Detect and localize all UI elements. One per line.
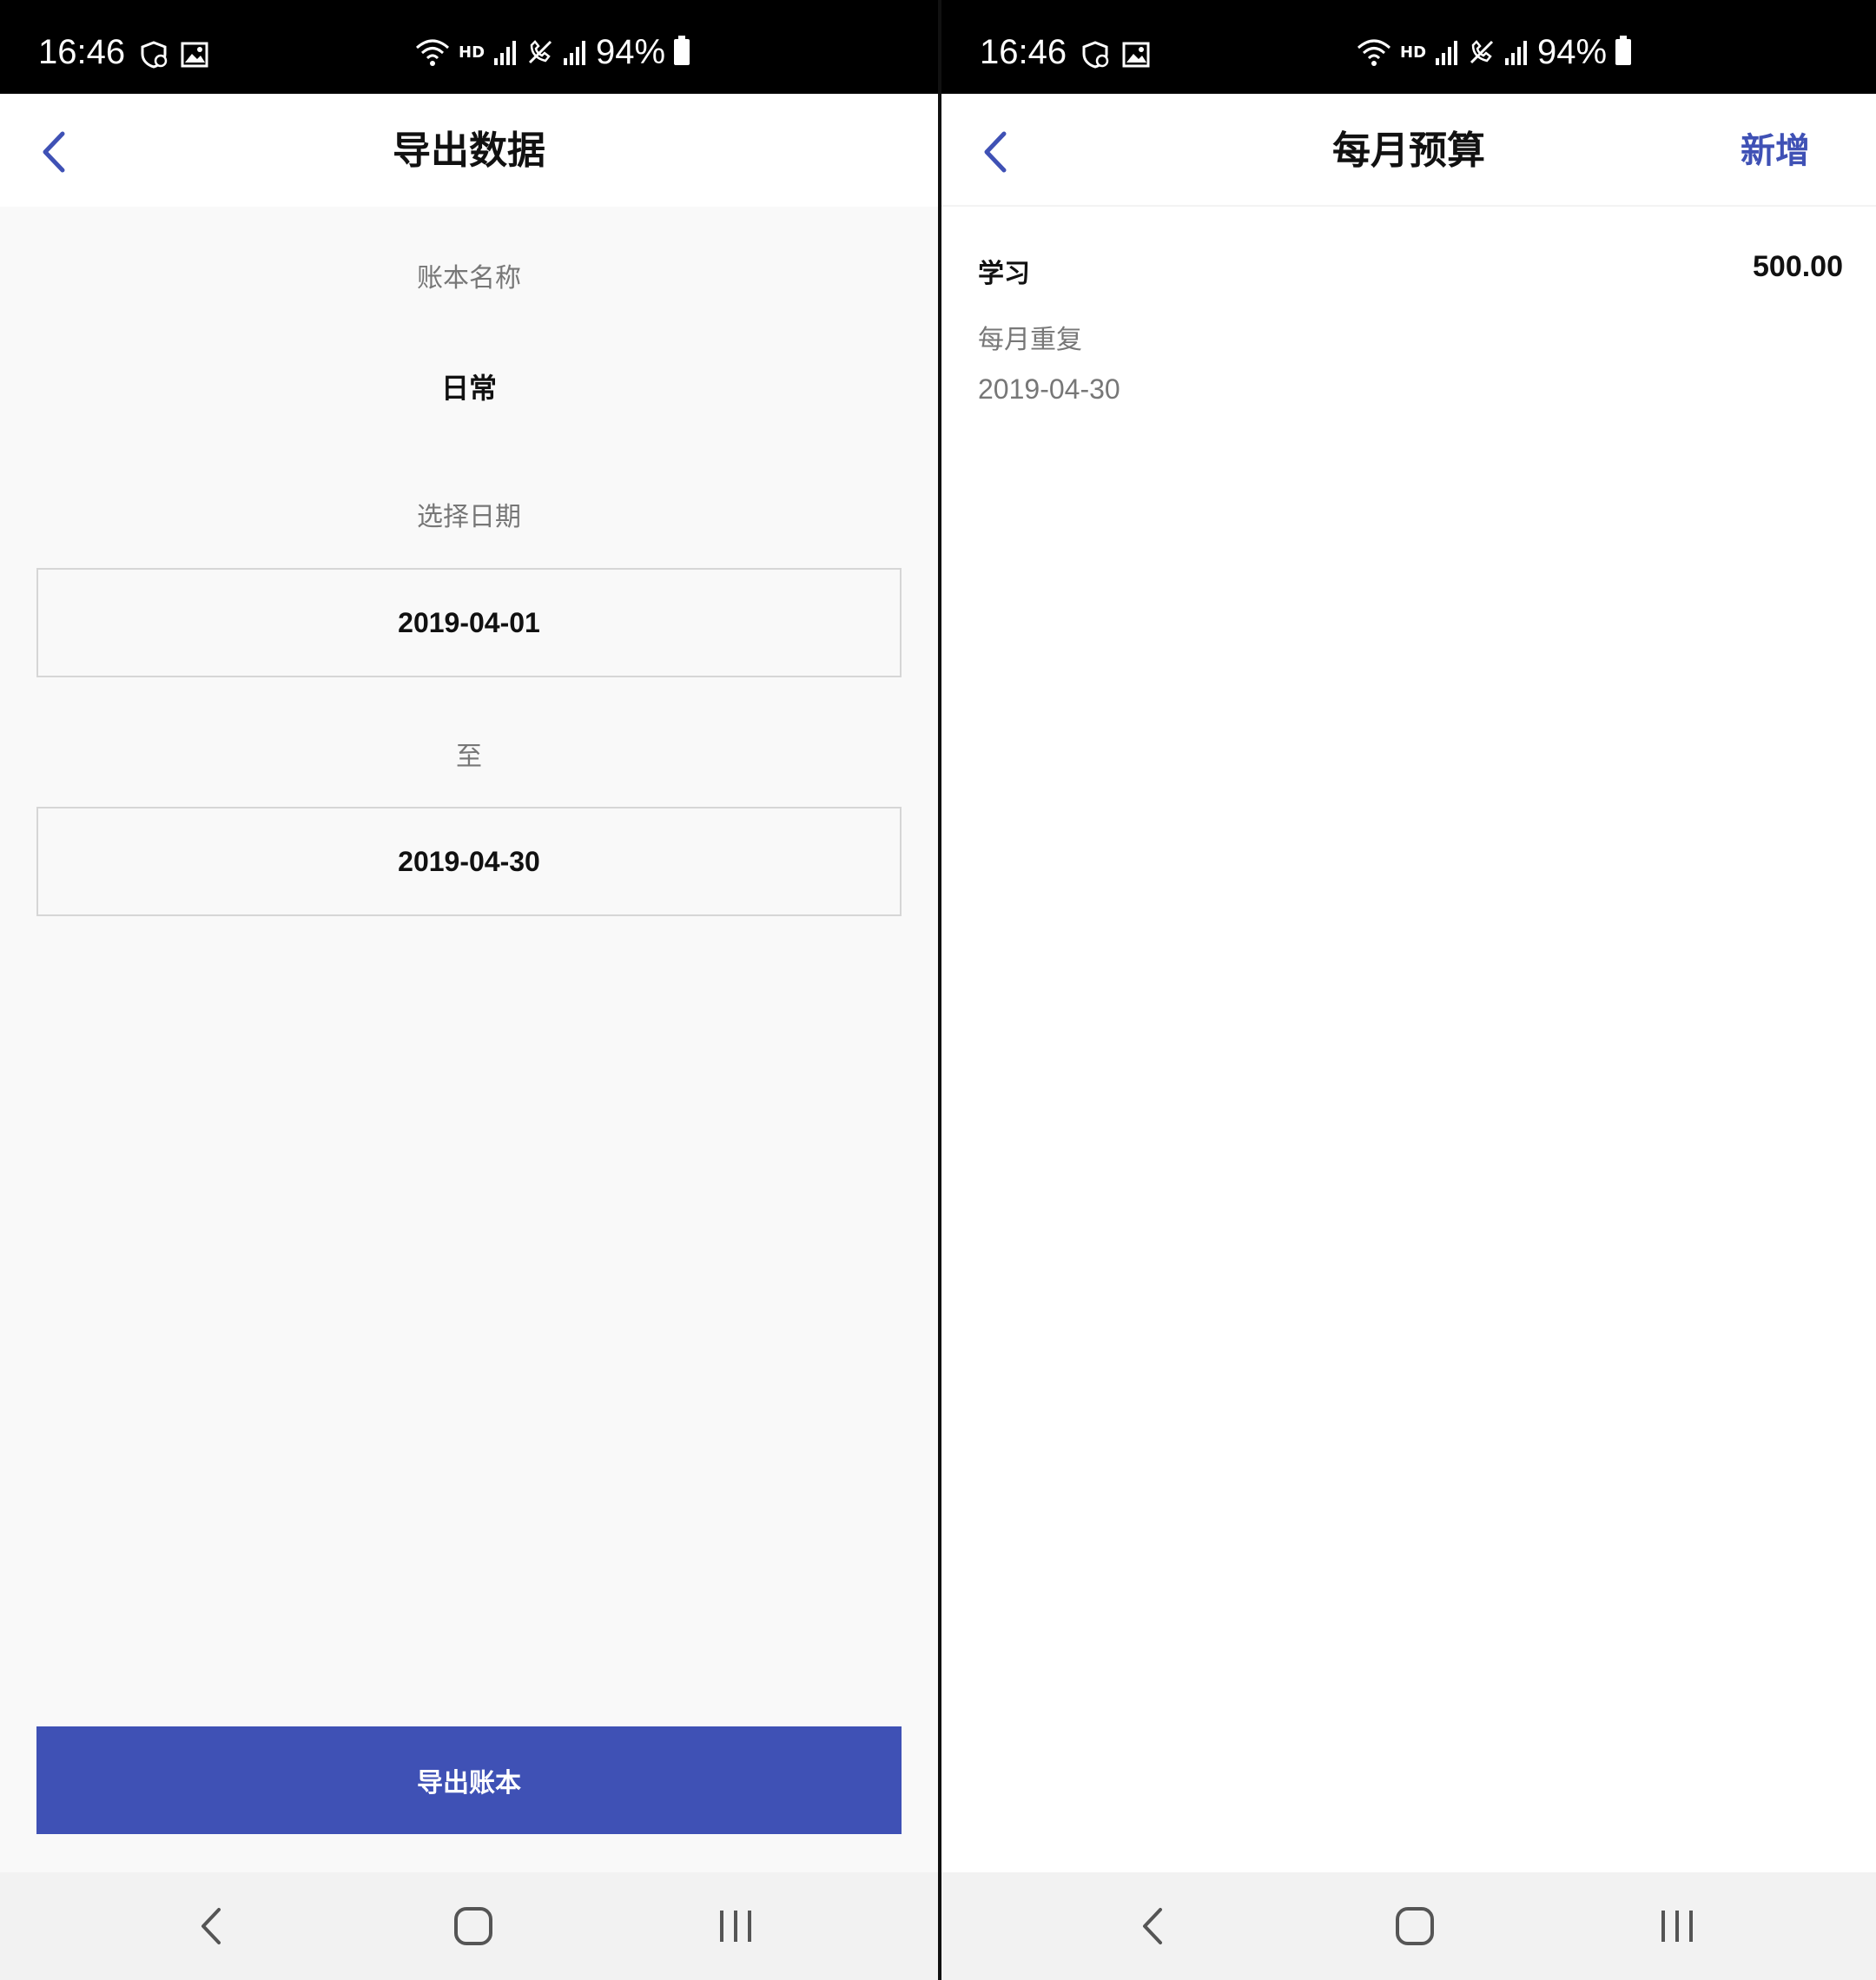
nav-home-icon[interactable] bbox=[1384, 1898, 1445, 1954]
budget-category: 学习 bbox=[978, 259, 1030, 289]
nav-bar bbox=[941, 1872, 1876, 1980]
signal-icon-2 bbox=[564, 41, 586, 65]
nav-home-icon[interactable] bbox=[443, 1898, 504, 1954]
page-title: 每月预算 bbox=[1332, 129, 1485, 173]
shield-notification-icon bbox=[1082, 41, 1109, 69]
end-date-field[interactable]: 2019-04-30 bbox=[36, 807, 902, 916]
shield-notification-icon bbox=[141, 41, 168, 69]
hd-label: HD bbox=[1400, 43, 1427, 62]
book-name-label: 账本名称 bbox=[417, 263, 521, 294]
budget-repeat: 每月重复 bbox=[978, 325, 1082, 355]
signal-icon bbox=[1436, 41, 1458, 65]
wifi-icon bbox=[416, 39, 449, 66]
gallery-icon bbox=[181, 42, 208, 68]
status-bar: 16:46 HD 94% bbox=[0, 0, 938, 94]
list-item[interactable]: 学习 500.00 每月重复 2019-04-30 bbox=[941, 207, 1876, 415]
nav-recents-icon[interactable] bbox=[705, 1898, 766, 1954]
nav-back-icon[interactable] bbox=[1122, 1898, 1183, 1954]
monthly-budget-screen: 16:46 HD 94% 每月预算 新增 学习 500.00 每月重复 2019… bbox=[941, 0, 1876, 1980]
nav-bar bbox=[0, 1872, 938, 1980]
export-book-button[interactable]: 导出账本 bbox=[36, 1726, 902, 1834]
battery-percent: 94% bbox=[596, 33, 666, 71]
battery-icon bbox=[674, 36, 690, 65]
status-bar: 16:46 HD 94% bbox=[941, 0, 1876, 94]
gallery-icon bbox=[1122, 42, 1150, 68]
to-label: 至 bbox=[456, 742, 482, 772]
nav-recents-icon[interactable] bbox=[1647, 1898, 1708, 1954]
wifi-icon bbox=[1357, 39, 1390, 66]
page-title: 导出数据 bbox=[393, 129, 545, 173]
budget-amount: 500.00 bbox=[1753, 250, 1843, 283]
header: 导出数据 bbox=[0, 94, 938, 207]
header: 每月预算 新增 bbox=[941, 94, 1876, 207]
signal-icon bbox=[494, 41, 517, 65]
status-time: 16:46 bbox=[980, 33, 1067, 71]
budget-date: 2019-04-30 bbox=[978, 373, 1120, 405]
battery-icon bbox=[1615, 36, 1632, 65]
no-call-icon bbox=[528, 40, 552, 64]
signal-icon-2 bbox=[1505, 41, 1528, 65]
hd-label: HD bbox=[459, 43, 486, 62]
start-date-field[interactable]: 2019-04-01 bbox=[36, 568, 902, 677]
export-data-screen: 16:46 HD 94% 导出数据 账本名称 日常 选择日期 2019-04-0… bbox=[0, 0, 938, 1980]
book-name-value[interactable]: 日常 bbox=[0, 366, 938, 406]
add-budget-button[interactable]: 新增 bbox=[1741, 132, 1810, 170]
nav-back-icon[interactable] bbox=[181, 1898, 241, 1954]
status-time: 16:46 bbox=[38, 33, 126, 71]
no-call-icon bbox=[1470, 40, 1494, 64]
date-label: 选择日期 bbox=[417, 502, 521, 532]
battery-percent: 94% bbox=[1537, 33, 1608, 71]
